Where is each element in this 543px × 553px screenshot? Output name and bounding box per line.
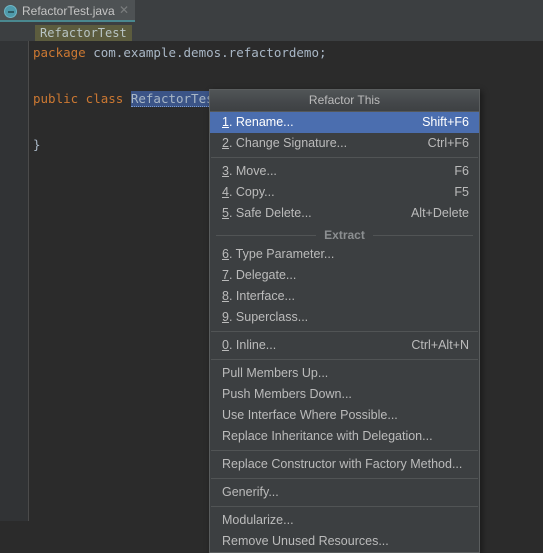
menu-separator-1 [211,157,478,158]
menu-item-label: Replace Constructor with Factory Method.… [222,457,463,471]
editor-tab-label: RefactorTest.java [22,4,115,18]
menu-item-label: 5. Safe Delete... [222,203,395,224]
menu-item-text: . Interface... [228,289,295,303]
menu-item-label: 6. Type Parameter... [222,244,469,265]
menu-item-text: . Inline... [228,338,277,352]
menu-item-rename[interactable]: 1. Rename... Shift+F6 [210,112,479,133]
menu-item-replace-constructor-with-factory-method[interactable]: Replace Constructor with Factory Method.… [210,454,479,475]
popup-menu-items: 1. Rename... Shift+F6 2. Change Signature.… [210,112,479,552]
menu-item-mnemonic: 2 [222,136,229,150]
menu-item-text: . Superclass... [228,310,309,324]
menu-item-inline[interactable]: 0. Inline... Ctrl+Alt+N [210,335,479,356]
code-line: package com.example.demos.refactordemo; [33,41,533,64]
menu-item-mnemonic: 8 [222,289,229,303]
code-token: com.example.demos.refactordemo; [85,45,327,60]
menu-item-mnemonic: 5 [222,206,229,220]
menu-item-copy[interactable]: 4. Copy... F5 [210,182,479,203]
menu-item-label: 0. Inline... [222,335,395,356]
menu-item-label: 3. Move... [222,161,438,182]
menu-item-text: . Move... [228,164,277,178]
menu-separator-2 [211,331,478,332]
menu-item-mnemonic: 0 [222,338,229,352]
menu-item-label: 4. Copy... [222,182,438,203]
menu-item-label: Pull Members Up... [222,366,329,380]
menu-item-text: . Copy... [228,185,275,199]
menu-item-label: 1. Rename... [222,112,406,133]
menu-separator-extract: Extract [210,226,479,244]
menu-item-shortcut: Ctrl+F6 [427,136,469,150]
menu-separator-6 [211,506,478,507]
menu-item-text: . Change Signature... [228,136,348,150]
menu-item-label: Generify... [222,485,279,499]
separator-label: Extract [324,228,365,242]
menu-item-move[interactable]: 3. Move... F6 [210,161,479,182]
menu-item-text: . Safe Delete... [228,206,312,220]
menu-item-mnemonic: 1 [222,115,229,129]
menu-item-push-members-down[interactable]: Push Members Down... [210,384,479,405]
menu-item-shortcut: Alt+Delete [410,206,469,220]
menu-item-mnemonic: 6 [222,247,229,261]
menu-item-label: 2. Change Signature... [222,133,412,154]
menu-item-remove-unused-resources[interactable]: Remove Unused Resources... [210,531,479,552]
java-class-icon [4,4,17,18]
menu-item-label: Replace Inheritance with Delegation... [222,429,433,443]
code-token: package [33,45,86,60]
menu-item-replace-inheritance-with-delegation[interactable]: Replace Inheritance with Delegation... [210,426,479,447]
menu-item-label: Use Interface Where Possible... [222,408,398,422]
editor-tab-bar: RefactorTest.java ✕ [0,0,543,22]
menu-item-shortcut: Ctrl+Alt+N [411,338,469,352]
menu-item-label: 8. Interface... [222,286,469,307]
menu-item-text: . Rename... [228,115,294,129]
popup-menu-title: Refactor This [210,90,479,112]
menu-item-shortcut: F6 [454,164,469,178]
refactor-this-popup-menu[interactable]: Refactor This 1. Rename... Shift+F6 2. Cha… [209,89,480,553]
menu-item-label: Push Members Down... [222,387,352,401]
menu-item-label: 7. Delegate... [222,265,469,286]
separator-line [372,234,473,236]
selected-identifier: RefactorTest [130,91,222,107]
menu-item-label: Remove Unused Resources... [222,534,389,548]
menu-item-text: . Type Parameter... [228,247,335,261]
menu-item-shortcut: F5 [454,185,469,199]
code-token: public class [33,91,124,106]
close-icon[interactable]: ✕ [118,4,130,16]
menu-item-mnemonic: 3 [222,164,229,178]
menu-item-interface[interactable]: 8. Interface... [210,286,479,307]
menu-item-safe-delete[interactable]: 5. Safe Delete... Alt+Delete [210,203,479,224]
menu-item-pull-members-up[interactable]: Pull Members Up... [210,363,479,384]
menu-item-mnemonic: 9 [222,310,229,324]
menu-item-use-interface-where-possible[interactable]: Use Interface Where Possible... [210,405,479,426]
menu-item-shortcut: Shift+F6 [422,115,469,129]
menu-item-change-signature[interactable]: 2. Change Signature... Ctrl+F6 [210,133,479,154]
menu-item-delegate[interactable]: 7. Delegate... [210,265,479,286]
menu-item-mnemonic: 7 [222,268,229,282]
menu-separator-4 [211,450,478,451]
editor-tab-refactortest[interactable]: RefactorTest.java ✕ [0,0,135,22]
menu-separator-3 [211,359,478,360]
menu-item-label: 9. Superclass... [222,307,469,328]
menu-item-generify[interactable]: Generify... [210,482,479,503]
separator-line [216,234,317,236]
code-token: } [33,137,41,152]
menu-item-superclass[interactable]: 9. Superclass... [210,307,479,328]
menu-item-type-parameter[interactable]: 6. Type Parameter... [210,244,479,265]
menu-separator-5 [211,478,478,479]
editor-gutter[interactable] [0,41,29,521]
menu-item-mnemonic: 4 [222,185,229,199]
ide-window: RefactorTest.java ✕ RefactorTest package… [0,0,543,553]
menu-item-text: . Delegate... [228,268,297,282]
